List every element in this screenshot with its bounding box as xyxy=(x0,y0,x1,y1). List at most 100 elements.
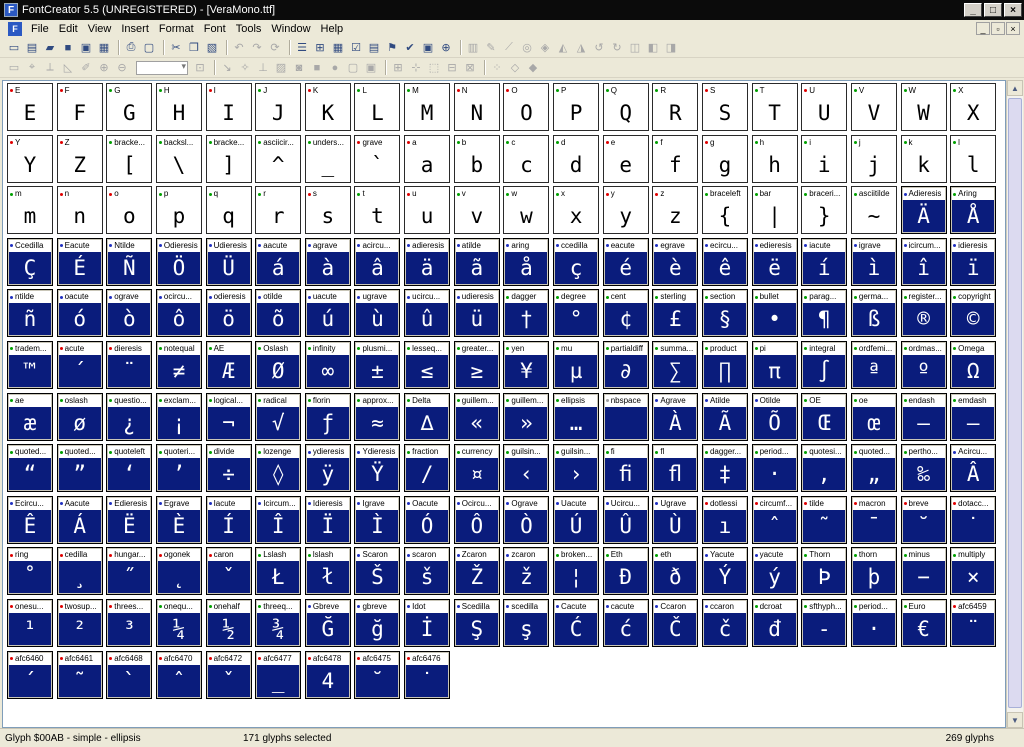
glyph-cell[interactable]: notequal ≠ xyxy=(155,340,202,389)
glyph-cell[interactable]: guillem...» xyxy=(503,392,550,441)
preview-icon[interactable]: ▣ xyxy=(420,40,436,56)
glyph-cell[interactable]: ee xyxy=(602,134,649,183)
glyph-cell[interactable]: ii xyxy=(801,134,848,183)
glyph-cell[interactable]: XX xyxy=(950,83,997,131)
stamp-icon[interactable]: ◙ xyxy=(291,60,307,76)
glyph-cell[interactable]: lozenge ◊ xyxy=(255,444,302,493)
glyph-cell[interactable]: lslash ł xyxy=(304,547,351,596)
glyph-cell[interactable]: iacute í xyxy=(801,237,848,286)
glyph-cell[interactable]: Icircum... Î xyxy=(255,495,302,544)
glyph-cell[interactable]: summa... ∑ xyxy=(652,340,699,389)
glyph-cell[interactable]: currency ¤ xyxy=(453,444,500,493)
glyph-cell[interactable]: hh xyxy=(751,134,798,183)
zoom-combo[interactable] xyxy=(136,60,188,75)
glyph-cell[interactable]: quoteleft ‘ xyxy=(106,444,153,493)
glyph-cell[interactable]: guilsin... › xyxy=(553,444,600,493)
glyph-cell[interactable]: mu µ xyxy=(553,340,600,389)
glyph-cell[interactable]: broken... ¦ xyxy=(553,547,600,596)
glyph-cell[interactable]: product ∏ xyxy=(701,340,748,389)
menu-file[interactable]: File xyxy=(26,23,54,35)
ellipse-icon[interactable]: ● xyxy=(327,60,343,76)
glyph-cell[interactable]: onehalf ½ xyxy=(205,598,252,647)
glyph-cell[interactable]: VV xyxy=(850,83,897,131)
glyph-cell[interactable]: NN xyxy=(453,83,500,131)
glyph-cell[interactable]: agrave à xyxy=(304,237,351,286)
glyph-cell[interactable]: degree ° xyxy=(553,289,600,338)
glyph-cell[interactable]: ring ˚ xyxy=(7,547,53,596)
glyph-cell[interactable]: afc6470 ˆ xyxy=(155,650,202,699)
glyph-cell[interactable]: approx... ≈ xyxy=(354,392,401,441)
glyph-cell[interactable]: quotesi... ‚ xyxy=(801,444,848,493)
guideline-icon[interactable]: ⊥ xyxy=(255,60,271,76)
glyph-cell[interactable]: Atilde Ã xyxy=(701,392,748,441)
glyph-cell[interactable]: copyright © xyxy=(950,289,997,338)
snap-points-icon[interactable]: ⊹ xyxy=(408,60,424,76)
glyph-cell[interactable]: dotacc... ˙ xyxy=(950,495,997,544)
glyph-cell[interactable]: braceri...} xyxy=(801,186,848,235)
glyph-cell[interactable]: Eth Đ xyxy=(602,547,649,596)
glyph-cell[interactable]: oe œ xyxy=(850,392,897,441)
glyph-cell[interactable]: caron ˇ xyxy=(205,547,252,596)
undo-icon[interactable]: ↶ xyxy=(231,40,247,56)
correct-icon[interactable]: ✧ xyxy=(237,60,253,76)
validate-icon[interactable]: ✔ xyxy=(402,40,418,56)
copy-icon[interactable]: ❐ xyxy=(186,40,202,56)
transform-icon[interactable]: ⊞ xyxy=(312,40,328,56)
glyph-cell[interactable]: afc6478 4 xyxy=(304,650,351,699)
glyph-cell[interactable]: FF xyxy=(56,83,103,131)
glyph-cell[interactable]: questio... ¿ xyxy=(106,392,153,441)
glyph-cell[interactable]: Odieresis Ö xyxy=(155,237,202,286)
direction-icon[interactable]: ↘ xyxy=(219,60,235,76)
glyph-cell[interactable]: afc6472 ˇ xyxy=(205,650,252,699)
glyph-cell[interactable]: quoted... “ xyxy=(7,444,53,493)
menu-help[interactable]: Help xyxy=(316,23,349,35)
glyph-cell[interactable]: udieresis ü xyxy=(453,289,500,338)
glyph-cell[interactable]: sterling £ xyxy=(652,289,699,338)
glyph-cell[interactable]: EE xyxy=(7,83,53,131)
glyph-cell[interactable]: YY xyxy=(7,134,53,183)
check-box-icon[interactable]: ☑ xyxy=(348,40,364,56)
glyph-cell[interactable]: edieresis ë xyxy=(751,237,798,286)
image-icon[interactable]: ▨ xyxy=(273,60,289,76)
glyph-cell[interactable]: Ecircu... Ê xyxy=(7,495,53,544)
glyph-cell[interactable]: integral ∫ xyxy=(801,340,848,389)
save-all-icon[interactable]: ▣ xyxy=(78,40,94,56)
properties-icon[interactable]: ☰ xyxy=(294,40,310,56)
glyph-cell[interactable]: Uacute Ú xyxy=(553,495,600,544)
glyph-cell[interactable]: gbreve ğ xyxy=(354,598,401,647)
glyph-cell[interactable]: Edieresis Ë xyxy=(106,495,153,544)
glyph-cell[interactable]: quoteri...’ xyxy=(155,444,202,493)
glyph-cell[interactable]: exclam... ¡ xyxy=(155,392,202,441)
glyph-cell[interactable]: ogonek ˛ xyxy=(155,547,202,596)
table-icon[interactable]: ▤ xyxy=(366,40,382,56)
glyph-cell[interactable]: bar | xyxy=(751,186,798,235)
glyph-cell[interactable]: afc6476 ˙ xyxy=(404,650,451,699)
menu-edit[interactable]: Edit xyxy=(54,23,83,35)
glyph-cell[interactable]: ucircu... û xyxy=(404,289,451,338)
paste-icon[interactable]: ▧ xyxy=(204,40,220,56)
glyph-cell[interactable]: quoted...” xyxy=(56,444,103,493)
menu-tools[interactable]: Tools xyxy=(231,23,267,35)
glyph-cell[interactable]: rr xyxy=(255,186,302,235)
glyph-cell[interactable]: germa... ß xyxy=(850,289,897,338)
glyph-cell[interactable]: ff xyxy=(652,134,699,183)
glyph-cell[interactable]: guilsin... ‹ xyxy=(503,444,550,493)
glyph-cell[interactable]: thorn þ xyxy=(850,547,897,596)
lasso-icon[interactable]: ⌖ xyxy=(24,60,40,76)
glyph-cell[interactable]: oslash ø xyxy=(56,392,103,441)
glyph-cell[interactable]: UU xyxy=(801,83,848,131)
frame-icon[interactable]: ▢ xyxy=(345,60,361,76)
save-as-icon[interactable]: ▦ xyxy=(96,40,112,56)
glyph-cell[interactable]: OE Œ xyxy=(801,392,848,441)
glyph-cell[interactable]: Euro € xyxy=(900,598,947,647)
glyph-cell[interactable]: jj xyxy=(850,134,897,183)
glyph-cell[interactable]: oacute ó xyxy=(56,289,103,338)
glyph-cell[interactable]: afc6461 ˜ xyxy=(56,650,103,699)
origin-icon[interactable]: ⊠ xyxy=(462,60,478,76)
glyph-cell[interactable]: minus − xyxy=(900,547,947,596)
shape-icon[interactable]: ◺ xyxy=(60,60,76,76)
align-icon[interactable]: ▥ xyxy=(465,40,481,56)
glyph-cell[interactable]: Udieresis Ü xyxy=(205,237,252,286)
glyph-cell[interactable]: ograve ò xyxy=(106,289,153,338)
glyph-cell[interactable]: ZZ xyxy=(56,134,103,183)
